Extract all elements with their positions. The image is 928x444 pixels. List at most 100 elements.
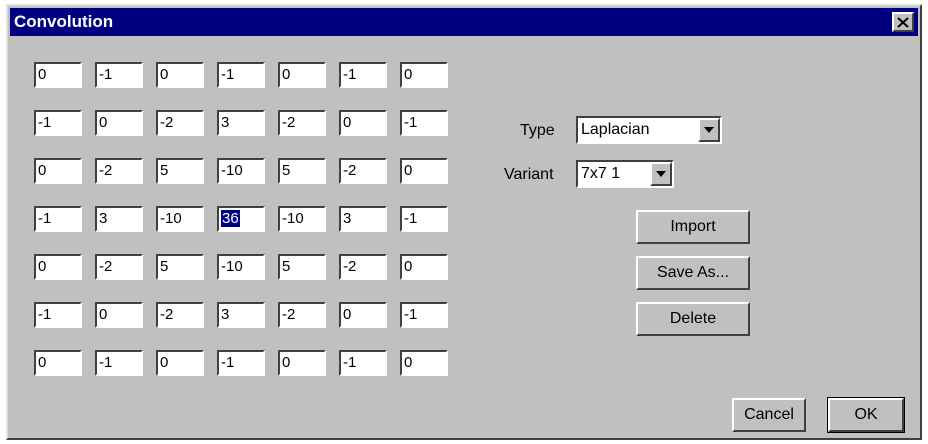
matrix-cell-value: 0: [343, 114, 352, 131]
matrix-cell-value: 0: [404, 66, 413, 83]
matrix-cell-value: -1: [343, 354, 357, 371]
matrix-cell[interactable]: 0: [339, 302, 387, 328]
matrix-cell-value: -1: [99, 354, 113, 371]
type-select[interactable]: Laplacian: [576, 116, 722, 144]
matrix-cell-value: -2: [160, 114, 174, 131]
matrix-cell[interactable]: 5: [156, 254, 204, 280]
matrix-cell-value: 0: [38, 258, 47, 275]
matrix-cell[interactable]: 0: [278, 350, 326, 376]
matrix-cell[interactable]: -1: [339, 62, 387, 88]
chevron-down-icon: [656, 171, 666, 177]
matrix-cell-value: -1: [343, 66, 357, 83]
matrix-cell[interactable]: 0: [400, 158, 448, 184]
matrix-cell[interactable]: -10: [156, 206, 204, 232]
matrix-cell[interactable]: -10: [217, 254, 265, 280]
matrix-cell[interactable]: 0: [339, 110, 387, 136]
matrix-cell-value: -10: [160, 210, 182, 227]
variant-label: Variant: [504, 166, 554, 183]
delete-button[interactable]: Delete: [636, 302, 750, 336]
close-button[interactable]: [892, 12, 914, 32]
matrix-cell-value: 0: [38, 162, 47, 179]
matrix-cell[interactable]: 36: [217, 206, 265, 232]
matrix-cell-value: 3: [221, 114, 230, 131]
save-as-button[interactable]: Save As...: [636, 256, 750, 290]
matrix-cell[interactable]: -1: [400, 110, 448, 136]
matrix-cell[interactable]: -2: [95, 158, 143, 184]
matrix-cell-value: 0: [404, 354, 413, 371]
matrix-cell[interactable]: -1: [34, 206, 82, 232]
matrix-cell[interactable]: 3: [217, 110, 265, 136]
type-dropdown-button[interactable]: [698, 118, 720, 142]
matrix-cell[interactable]: -2: [339, 254, 387, 280]
chevron-down-icon: [704, 127, 714, 133]
matrix-cell[interactable]: -2: [156, 110, 204, 136]
kernel-matrix: 0 -1 0 -1 0 -1 0 -1 0 -2 3 -2 0 -1 0 -2 5 -10 5 -2 0 -1 3 -10 36…: [34, 62, 448, 376]
import-button[interactable]: Import: [636, 210, 750, 244]
matrix-cell-value: 3: [343, 210, 352, 227]
matrix-cell-value: -2: [343, 162, 357, 179]
matrix-cell-value: -1: [38, 114, 52, 131]
window-title: Convolution: [14, 12, 114, 31]
variant-dropdown-button[interactable]: [650, 162, 672, 186]
matrix-cell[interactable]: -1: [95, 62, 143, 88]
matrix-cell[interactable]: 0: [278, 62, 326, 88]
matrix-cell[interactable]: 0: [400, 350, 448, 376]
matrix-cell-value: 3: [221, 306, 230, 323]
matrix-cell[interactable]: -1: [217, 350, 265, 376]
matrix-cell[interactable]: 0: [34, 254, 82, 280]
matrix-cell[interactable]: 0: [156, 350, 204, 376]
matrix-cell-value: 5: [160, 162, 169, 179]
matrix-cell[interactable]: -1: [34, 110, 82, 136]
matrix-cell[interactable]: 0: [400, 254, 448, 280]
title-bar: Convolution: [10, 8, 918, 36]
matrix-cell[interactable]: 3: [339, 206, 387, 232]
matrix-cell[interactable]: -10: [278, 206, 326, 232]
matrix-cell[interactable]: 5: [278, 158, 326, 184]
matrix-cell-value: -10: [282, 210, 304, 227]
matrix-cell[interactable]: -1: [217, 62, 265, 88]
matrix-cell-value: -2: [160, 306, 174, 323]
cancel-button[interactable]: Cancel: [732, 398, 806, 432]
matrix-cell[interactable]: -2: [278, 302, 326, 328]
matrix-cell-value: 0: [404, 162, 413, 179]
matrix-cell-value: 3: [99, 210, 108, 227]
matrix-cell[interactable]: -1: [400, 206, 448, 232]
matrix-cell-value: 0: [343, 306, 352, 323]
ok-button[interactable]: OK: [827, 397, 905, 433]
matrix-cell-value: 0: [282, 354, 291, 371]
matrix-cell[interactable]: -2: [156, 302, 204, 328]
matrix-cell[interactable]: 0: [156, 62, 204, 88]
matrix-cell[interactable]: 0: [95, 110, 143, 136]
matrix-cell[interactable]: 3: [95, 206, 143, 232]
matrix-cell-value: -2: [282, 306, 296, 323]
matrix-cell[interactable]: 3: [217, 302, 265, 328]
matrix-cell-value: 0: [38, 354, 47, 371]
matrix-cell[interactable]: 5: [156, 158, 204, 184]
matrix-cell[interactable]: 0: [400, 62, 448, 88]
matrix-cell-value: 0: [282, 66, 291, 83]
matrix-cell[interactable]: 0: [95, 302, 143, 328]
close-icon: [897, 16, 909, 28]
matrix-cell-value: -10: [221, 258, 243, 275]
matrix-cell[interactable]: -2: [95, 254, 143, 280]
matrix-cell-value: -10: [221, 162, 243, 179]
matrix-cell[interactable]: -1: [400, 302, 448, 328]
matrix-cell[interactable]: -10: [217, 158, 265, 184]
matrix-cell-value: 0: [38, 66, 47, 83]
matrix-cell[interactable]: -1: [34, 302, 82, 328]
matrix-cell[interactable]: 5: [278, 254, 326, 280]
matrix-cell-value: -1: [221, 354, 235, 371]
matrix-cell[interactable]: -1: [95, 350, 143, 376]
matrix-cell[interactable]: -2: [278, 110, 326, 136]
matrix-cell[interactable]: -2: [339, 158, 387, 184]
type-label: Type: [520, 122, 555, 139]
variant-select[interactable]: 7x7 1: [576, 160, 674, 188]
matrix-cell-value: -1: [99, 66, 113, 83]
matrix-cell-value: 5: [160, 258, 169, 275]
matrix-cell-value: -1: [404, 210, 418, 227]
convolution-dialog: Convolution 0 -1 0 -1 0 -1 0 -1 0 -2 3 -2 0 -1 0 -2 5 -10…: [6, 4, 922, 440]
matrix-cell[interactable]: 0: [34, 158, 82, 184]
matrix-cell[interactable]: -1: [339, 350, 387, 376]
matrix-cell[interactable]: 0: [34, 62, 82, 88]
matrix-cell[interactable]: 0: [34, 350, 82, 376]
